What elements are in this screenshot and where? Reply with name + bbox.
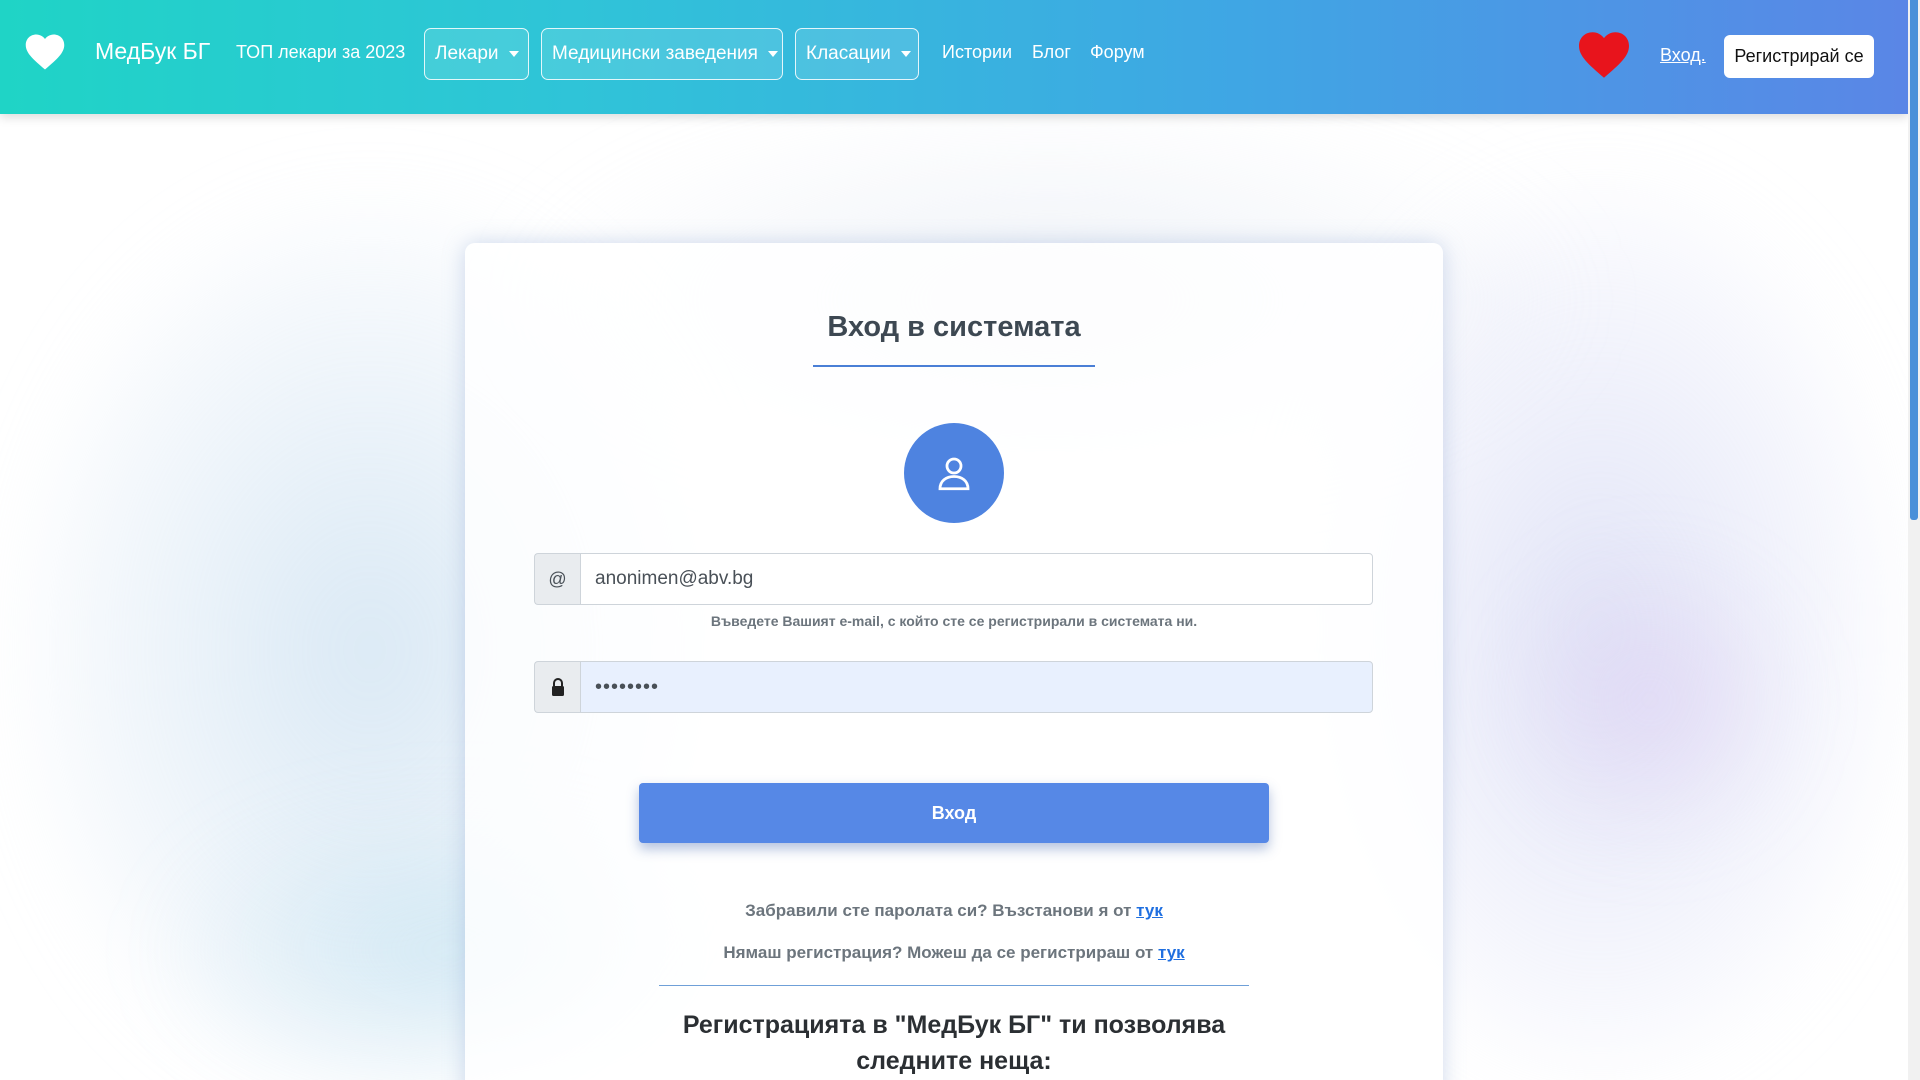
scroll-thumb[interactable] [1910, 0, 1918, 520]
title-underline [813, 365, 1095, 367]
at-sign-addon: @ [534, 553, 580, 605]
page-scrollbar[interactable] [1908, 0, 1920, 1080]
forgot-password-text: Забравили сте паролата си? Възстанови я … [745, 901, 1132, 920]
nav-link-stories[interactable]: Истории [942, 42, 1012, 63]
login-submit-button[interactable]: Вход [639, 783, 1269, 843]
dropdown-label: Медицински заведения [552, 43, 758, 64]
email-field[interactable]: anonimen@abv.bg [580, 553, 1373, 605]
caret-down-icon [508, 51, 519, 57]
dropdown-label: Лекари [435, 43, 499, 64]
heart-icon[interactable] [24, 32, 66, 72]
top-navbar: МедБук БГ ТОП лекари за 2023 Лекари Меди… [0, 0, 1908, 114]
avatar [904, 423, 1004, 523]
forgot-password-link[interactable]: тук [1136, 901, 1163, 920]
nav-dropdown-facilities[interactable]: Медицински заведения [541, 28, 783, 80]
lock-icon-addon [534, 661, 580, 713]
login-link[interactable]: Вход. [1660, 45, 1706, 66]
nav-link-blog[interactable]: Блог [1032, 42, 1071, 63]
nav-top-doctors[interactable]: ТОП лекари за 2023 [236, 42, 405, 63]
caret-down-icon [767, 51, 778, 57]
heart-icon[interactable] [1574, 30, 1634, 80]
register-line: Нямаш регистрация? Можеш да се регистрир… [465, 943, 1443, 963]
page-title: Вход в системата [827, 311, 1081, 343]
divider [659, 985, 1249, 986]
nav-dropdown-doctors[interactable]: Лекари [424, 28, 529, 80]
register-text: Нямаш регистрация? Можеш да се регистрир… [723, 943, 1154, 962]
password-field[interactable]: •••••••• [580, 661, 1373, 713]
user-icon [938, 457, 970, 491]
lock-icon [551, 678, 564, 696]
login-card: Вход в системата @ anonimen@abv.bg Въвед… [465, 243, 1443, 1080]
caret-down-icon [900, 51, 911, 57]
dropdown-label: Класации [806, 43, 891, 64]
brand-name[interactable]: МедБук БГ [95, 38, 210, 65]
password-input-group: •••••••• [534, 661, 1373, 713]
register-link[interactable]: тук [1158, 943, 1185, 962]
register-button[interactable]: Регистрирай се [1724, 35, 1874, 78]
benefits-title: Регистрацията в "МедБук БГ" ти позволява… [682, 1011, 1226, 1075]
forgot-password-line: Забравили сте паролата си? Възстанови я … [465, 901, 1443, 921]
nav-dropdown-rankings[interactable]: Класации [795, 28, 919, 80]
email-help-text: Въведете Вашият e-mail, с който сте се р… [710, 613, 1198, 629]
nav-link-forum[interactable]: Форум [1090, 42, 1145, 63]
email-input-group: @ anonimen@abv.bg [534, 553, 1373, 605]
